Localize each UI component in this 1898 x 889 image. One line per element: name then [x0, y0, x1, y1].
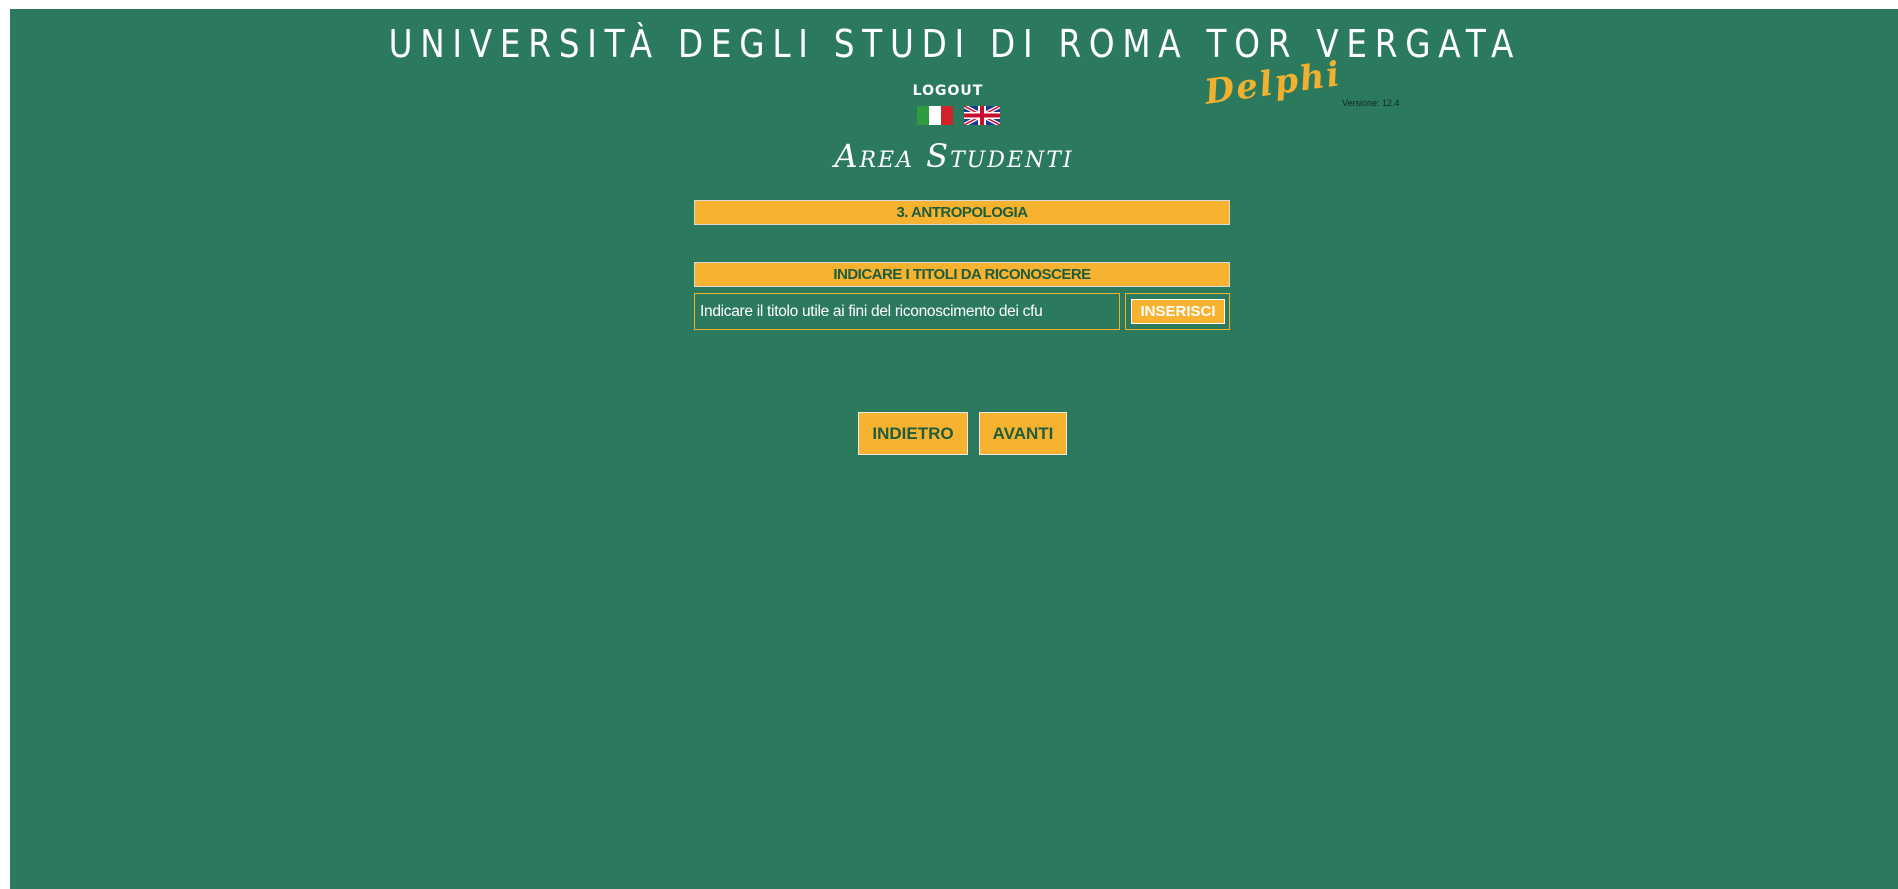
titles-banner: INDICARE I TITOLI DA RICONOSCERE	[694, 262, 1230, 287]
uk-flag-icon[interactable]	[963, 104, 1001, 127]
page-background: UNIVERSITÀ DEGLI STUDI DI ROMA TOR VERGA…	[10, 9, 1898, 889]
title-input[interactable]	[694, 293, 1120, 330]
university-title: UNIVERSITÀ DEGLI STUDI DI ROMA TOR VERGA…	[388, 22, 1522, 66]
area-title: Area Studenti	[834, 137, 1074, 175]
version-label: Versione: 12.4	[1342, 98, 1400, 108]
insert-button[interactable]: INSERISCI	[1131, 299, 1225, 324]
logout-link[interactable]: LOGOUT	[910, 83, 986, 99]
back-button[interactable]: INDIETRO	[858, 412, 968, 455]
next-button[interactable]: AVANTI	[979, 412, 1067, 455]
course-banner: 3. ANTROPOLOGIA	[694, 200, 1230, 225]
insert-button-frame: INSERISCI	[1125, 293, 1230, 330]
italian-flag-icon[interactable]	[917, 106, 953, 125]
